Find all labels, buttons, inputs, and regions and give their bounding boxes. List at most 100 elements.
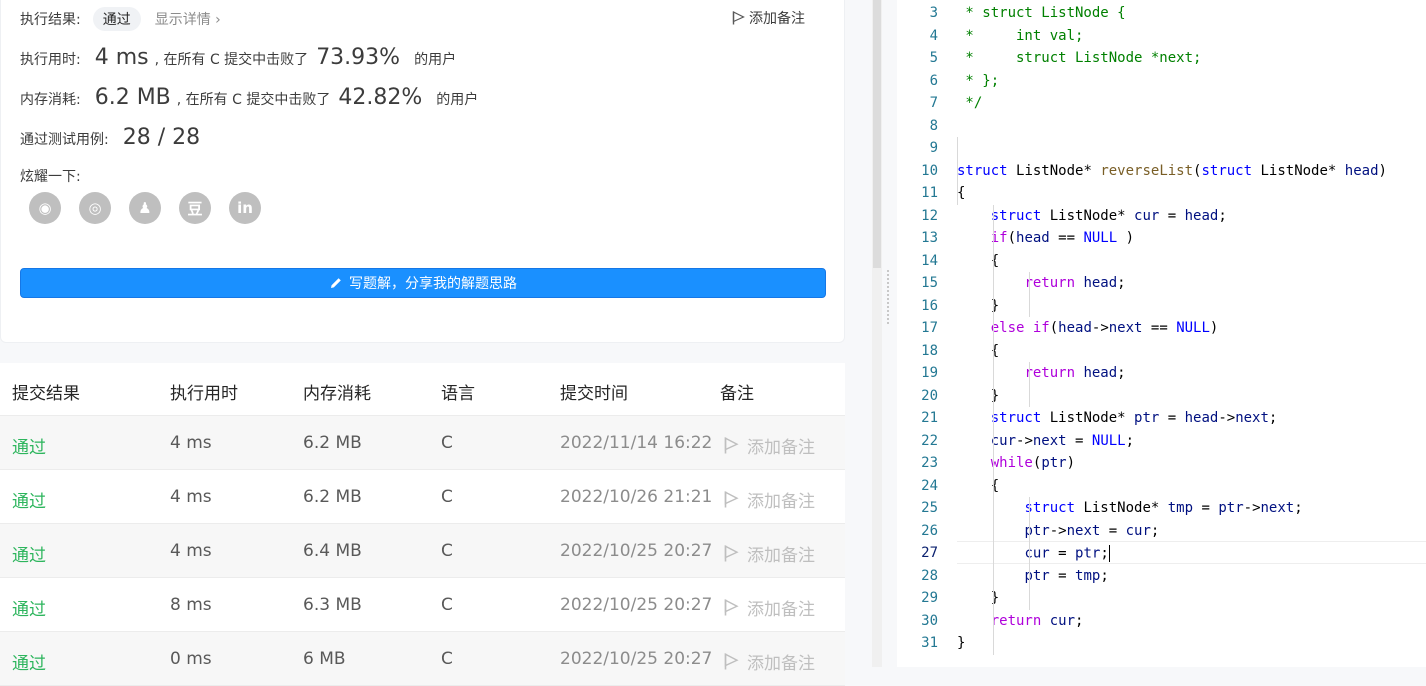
row-submit-time: 2022/11/14 16:22 [560,433,713,453]
code-text: * }; [957,72,1000,89]
code-line[interactable]: 13 if(head == NULL ) [897,227,1426,250]
code-line[interactable]: 19 return head; [897,362,1426,385]
row-status-link[interactable]: 通过 [12,595,46,620]
code-line[interactable]: 20 } [897,385,1426,408]
memory-value: 6.2 MB [94,85,171,110]
if-guide [1029,272,1030,317]
row-language: C [441,487,453,507]
code-text: return head; [1024,365,1126,382]
body-guide [993,204,994,655]
row-language: C [441,541,453,561]
code-line[interactable]: 5 * struct ListNode *next; [897,47,1426,70]
line-number: 12 [921,207,938,224]
code-line[interactable]: 25 struct ListNode* tmp = ptr->next; [897,497,1426,520]
code-line[interactable]: 10 struct ListNode* reverseList(struct Li… [897,160,1426,183]
row-status-link[interactable]: 通过 [12,541,46,566]
share-icons: ◉ ◎ ♟ 豆 in [29,192,261,224]
code-line[interactable]: 23 while(ptr) [897,452,1426,475]
line-number: 23 [921,455,938,472]
linkedin-icon[interactable]: in [229,192,261,224]
code-text: cur->next = NULL; [990,432,1135,449]
table-row: 通过 8 ms 6.3 MB C 2022/10/25 20:27 添加备注 [0,578,845,632]
code-line[interactable]: 15 return head; [897,272,1426,295]
code-line[interactable]: 17 else if(head->next == NULL) [897,317,1426,340]
code-line[interactable]: 7 */ [897,92,1426,115]
col-submit-time: 提交时间 [560,384,628,404]
runtime-value: 4 ms [94,45,149,70]
code-line[interactable]: 27 cur = ptr; [897,542,1426,565]
douban-icon[interactable]: 豆 [179,192,211,224]
line-number: 31 [921,635,938,652]
panel-splitter[interactable] [872,0,882,667]
code-line[interactable]: 28 ptr = tmp; [897,565,1426,588]
code-line[interactable]: 14 { [897,250,1426,273]
splitter-handle[interactable] [887,270,890,324]
code-line[interactable]: 29 } [897,587,1426,610]
code-text: */ [957,95,983,112]
comment-guide [957,137,958,205]
write-solution-button[interactable]: 写题解，分享我的解题思路 [20,268,826,298]
tests-value: 28 / 28 [122,125,201,150]
memory-label: 内存消耗: [20,92,81,108]
code-text: struct ListNode* ptr = head->next; [990,410,1278,427]
line-number: 17 [921,320,938,337]
code-text: cur = ptr; [1024,544,1110,562]
line-number: 21 [921,410,938,427]
code-line[interactable]: 22 cur->next = NULL; [897,430,1426,453]
share-label: 炫耀一下: [20,169,81,185]
code-text: struct ListNode* cur = head; [990,207,1227,224]
row-submit-time: 2022/10/25 20:27 [560,595,713,615]
line-number: 26 [921,522,938,539]
code-line[interactable]: 3 * struct ListNode { [897,2,1426,25]
code-text: ptr->next = cur; [1024,522,1160,539]
code-line[interactable]: 11 { [897,182,1426,205]
code-line[interactable]: 8 [897,115,1426,138]
row-status-link[interactable]: 通过 [12,649,46,674]
row-status-link[interactable]: 通过 [12,487,46,512]
weibo-icon[interactable]: ◎ [79,192,111,224]
code-line[interactable]: 9 [897,137,1426,160]
wechat-icon[interactable]: ◉ [29,192,61,224]
share-row: 炫耀一下: [20,166,81,186]
code-text: struct ListNode* tmp = ptr->next; [1024,500,1303,517]
code-line[interactable]: 24 { [897,475,1426,498]
row-language: C [441,649,453,669]
row-note-label: 添加备注 [747,438,815,458]
add-note-button[interactable]: 添加备注 [732,8,805,28]
row-runtime: 0 ms [170,649,212,669]
qq-icon[interactable]: ♟ [129,192,161,224]
code-line[interactable]: 16 } [897,295,1426,318]
flag-icon [724,653,739,670]
result-row: 执行结果: 通过 显示详情 › [20,7,221,31]
row-status-link[interactable]: 通过 [12,433,46,458]
row-add-note-button[interactable]: 添加备注 [724,541,815,566]
flag-icon [724,545,739,562]
left-scrollbar[interactable] [873,0,881,268]
table-row: 通过 4 ms 6.4 MB C 2022/10/25 20:27 添加备注 [0,524,845,578]
code-editor[interactable]: 3 * struct ListNode {4 * int val; 5 * str… [897,0,1426,667]
line-number: 15 [921,275,938,292]
show-detail-link[interactable]: 显示详情 › [155,9,221,29]
submission-panel: 执行结果: 通过 显示详情 › 添加备注 执行用时: 4 ms , 在所有 C … [0,0,872,686]
flag-icon [724,599,739,616]
code-line[interactable]: 30 return cur; [897,610,1426,633]
code-line[interactable]: 21 struct ListNode* ptr = head->next; [897,407,1426,430]
row-add-note-button[interactable]: 添加备注 [724,433,815,458]
code-line[interactable]: 12 struct ListNode* cur = head; [897,205,1426,228]
code-line[interactable]: 31} [897,632,1426,655]
row-add-note-button[interactable]: 添加备注 [724,595,815,620]
row-add-note-button[interactable]: 添加备注 [724,649,815,674]
line-number: 18 [921,342,938,359]
row-add-note-button[interactable]: 添加备注 [724,487,815,512]
row-memory: 6.3 MB [303,595,362,615]
code-text: } [957,635,966,652]
code-line[interactable]: 6 * }; [897,70,1426,93]
code-line[interactable]: 18 { [897,340,1426,363]
row-runtime: 4 ms [170,541,212,561]
line-number: 4 [929,27,938,44]
memory-mid: , 在所有 C 提交中击败了 [176,92,331,108]
col-runtime: 执行用时 [170,384,238,404]
code-line[interactable]: 26 ptr->next = cur; [897,520,1426,543]
code-line[interactable]: 4 * int val; [897,25,1426,48]
tests-row: 通过测试用例: 28 / 28 [20,125,200,150]
